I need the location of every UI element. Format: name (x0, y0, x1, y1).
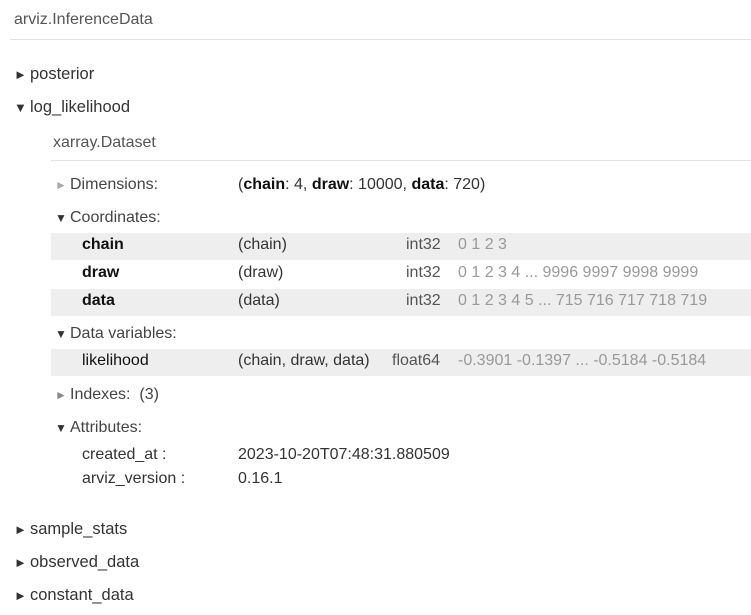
group-label: observed_data (30, 553, 140, 571)
triangle-down-icon: ▼ (14, 100, 27, 115)
var-name: likelihood (82, 352, 149, 369)
section-label: Indexes: (70, 386, 131, 403)
section-attributes[interactable]: ▼ Attributes: (55, 419, 142, 437)
coord-dtype: int32 (406, 292, 441, 309)
coord-preview: 0 1 2 3 4 ... 9996 9997 9998 9999 (458, 264, 699, 281)
data-variable-row-likelihood[interactable]: likelihood (chain, draw, data) float64 -… (51, 349, 751, 376)
section-label: Coordinates: (70, 209, 161, 226)
group-sample-stats[interactable]: ► sample_stats (14, 520, 127, 539)
group-label: posterior (30, 65, 95, 83)
coord-dims: (draw) (238, 264, 284, 281)
section-label: Attributes: (70, 419, 143, 436)
coord-dims: (chain) (238, 236, 287, 253)
dim-size: 4 (294, 176, 303, 193)
coord-dims: (data) (238, 292, 280, 309)
section-indexes[interactable]: ► Indexes: (3) (55, 386, 159, 404)
section-coordinates[interactable]: ▼ Coordinates: (55, 209, 161, 227)
dataset-header: xarray.Dataset (51, 130, 751, 161)
var-preview: -0.3901 -0.1397 ... -0.5184 -0.5184 (458, 352, 707, 369)
triangle-down-icon: ▼ (55, 327, 67, 341)
coord-preview: 0 1 2 3 (458, 236, 507, 253)
group-constant-data[interactable]: ► constant_data (14, 586, 134, 605)
inference-data-header: arviz.InferenceData (10, 0, 751, 40)
coord-preview: 0 1 2 3 4 5 ... 715 716 717 718 719 (458, 292, 708, 309)
coord-name: data (82, 292, 115, 309)
dim-name: data (411, 176, 445, 193)
coord-dtype: int32 (406, 264, 441, 281)
triangle-right-icon: ► (14, 67, 27, 82)
section-dimensions[interactable]: ► Dimensions: (55, 176, 158, 194)
dim-size: 720 (453, 176, 480, 193)
coord-name: chain (82, 236, 124, 253)
triangle-right-icon: ► (55, 388, 67, 402)
section-label: Dimensions: (70, 176, 159, 193)
group-label: sample_stats (30, 520, 128, 538)
triangle-down-icon: ▼ (55, 421, 67, 435)
section-data-variables[interactable]: ▼ Data variables: (55, 325, 177, 343)
group-label: constant_data (30, 586, 134, 604)
triangle-down-icon: ▼ (55, 211, 67, 225)
attr-value: 2023-10-20T07:48:31.880509 (238, 446, 450, 463)
dim-name: draw (311, 176, 350, 193)
attr-value: 0.16.1 (238, 470, 283, 487)
triangle-right-icon: ► (14, 555, 27, 570)
var-dims: (chain, draw, data) (238, 352, 370, 369)
indexes-count: (3) (139, 386, 159, 403)
group-label: log_likelihood (30, 98, 130, 116)
group-posterior[interactable]: ► posterior (14, 65, 94, 84)
dataset-title: xarray.Dataset (53, 134, 156, 151)
attr-key: arviz_version : (82, 470, 186, 487)
dim-name: chain (243, 176, 286, 193)
dim-size: 10000 (358, 176, 403, 193)
dimensions-summary: (chain: 4, draw: 10000, data: 720) (238, 176, 486, 193)
attr-key: created_at : (82, 446, 167, 463)
coordinate-row-draw[interactable]: draw (draw) int32 0 1 2 3 4 ... 9996 999… (51, 261, 751, 288)
triangle-right-icon: ► (14, 522, 27, 537)
inference-data-title: arviz.InferenceData (14, 11, 153, 28)
triangle-right-icon: ► (14, 588, 27, 603)
section-label: Data variables: (70, 325, 177, 342)
group-log-likelihood[interactable]: ▼ log_likelihood (14, 98, 130, 117)
coord-dtype: int32 (406, 236, 441, 253)
coordinate-row-data[interactable]: data (data) int32 0 1 2 3 4 5 ... 715 71… (51, 289, 751, 316)
var-dtype: float64 (392, 352, 441, 369)
coordinate-row-chain[interactable]: chain (chain) int32 0 1 2 3 (51, 233, 751, 260)
group-observed-data[interactable]: ► observed_data (14, 553, 139, 572)
triangle-right-icon: ► (55, 178, 67, 192)
coord-name: draw (82, 264, 120, 281)
